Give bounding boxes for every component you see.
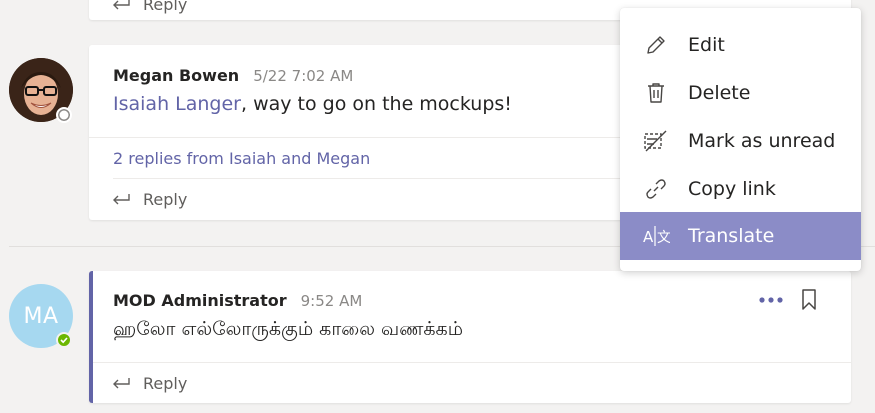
message-body: , way to go on the mockups! <box>240 93 512 115</box>
menu-item-mark-unread[interactable]: Mark as unread <box>620 117 861 165</box>
avatar-initials: MA <box>23 303 59 329</box>
message-timestamp: 5/22 7:02 AM <box>253 67 354 85</box>
reply-label: Reply <box>143 0 188 14</box>
message-author[interactable]: MOD Administrator <box>113 291 287 310</box>
more-options-button[interactable] <box>757 289 785 311</box>
menu-item-label: Copy link <box>688 178 776 200</box>
svg-text:A: A <box>643 228 654 246</box>
presence-available-indicator <box>56 332 72 348</box>
reply-label: Reply <box>143 189 188 209</box>
menu-item-delete[interactable]: Delete <box>620 69 861 117</box>
reply-arrow-icon <box>113 378 130 389</box>
menu-item-label: Mark as unread <box>688 130 836 152</box>
save-message-button[interactable] <box>798 288 820 312</box>
mark-unread-icon <box>642 127 670 155</box>
checkmark-icon <box>60 337 68 344</box>
message-timestamp: 9:52 AM <box>300 292 363 310</box>
reply-label: Reply <box>143 373 188 393</box>
menu-item-label: Translate <box>688 225 775 247</box>
menu-item-label: Delete <box>688 82 751 104</box>
translate-icon: A 文 <box>642 222 670 250</box>
presence-offline-indicator <box>56 107 72 123</box>
message-body: ஹலோ எல்லோருக்கும் காலை வணக்கம் <box>113 318 463 340</box>
reply-button[interactable]: Reply <box>93 363 851 403</box>
menu-item-copy-link[interactable]: Copy link <box>620 165 861 213</box>
message-author[interactable]: Megan Bowen <box>113 66 239 85</box>
bookmark-icon <box>802 289 816 310</box>
menu-item-label: Edit <box>688 34 725 56</box>
mention-link[interactable]: Isaiah Langer <box>113 93 241 115</box>
message-card: MOD Administrator 9:52 AM ஹலோ எல்லோருக்க… <box>89 271 851 403</box>
reply-arrow-icon <box>113 194 130 205</box>
menu-item-translate[interactable]: A 文 Translate <box>620 212 861 260</box>
replies-summary-link[interactable]: 2 replies from Isaiah and Megan <box>113 149 370 168</box>
svg-text:文: 文 <box>657 230 670 246</box>
trash-icon <box>642 79 670 107</box>
more-options-icon <box>759 297 783 303</box>
menu-item-edit[interactable]: Edit <box>620 21 861 69</box>
reply-arrow-icon <box>113 0 130 10</box>
message-context-menu: Edit Delete Mark as unread Copy link A 文… <box>620 8 861 271</box>
pencil-icon <box>642 31 670 59</box>
link-icon <box>642 175 670 203</box>
